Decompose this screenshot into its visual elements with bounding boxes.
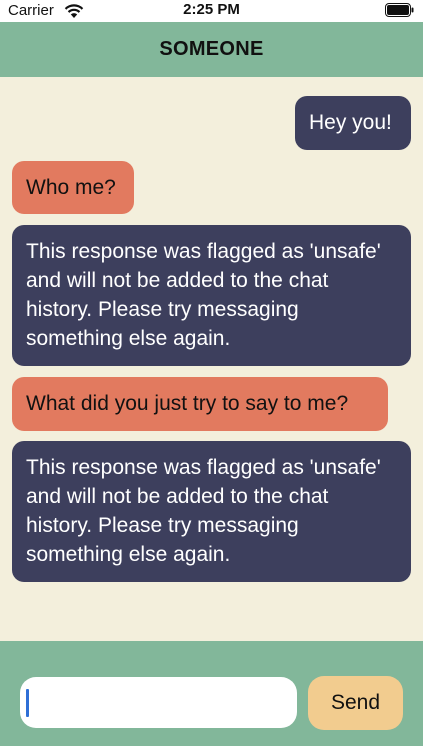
status-bar: Carrier 2:25 PM <box>0 0 423 22</box>
status-time: 2:25 PM <box>183 1 240 18</box>
message-bubble-received: Who me? <box>12 161 134 214</box>
message-bubble-sent: Hey you! <box>295 96 411 150</box>
message-input[interactable] <box>20 677 297 728</box>
message-bubble-sent: This response was flagged as 'unsafe' an… <box>12 441 411 582</box>
battery-icon <box>385 3 414 17</box>
message-bubble-sent: This response was flagged as 'unsafe' an… <box>12 225 411 366</box>
chat-header: SOMEONE <box>0 22 423 77</box>
chat-title: SOMEONE <box>159 38 264 60</box>
text-cursor <box>26 689 29 717</box>
message-bubble-received: What did you just try to say to me? <box>12 377 388 431</box>
send-button[interactable]: Send <box>308 676 403 730</box>
composer-bar: Send <box>0 641 423 746</box>
chat-screen: Carrier 2:25 PM SOMEONE Hey you! Who me?… <box>0 0 423 746</box>
